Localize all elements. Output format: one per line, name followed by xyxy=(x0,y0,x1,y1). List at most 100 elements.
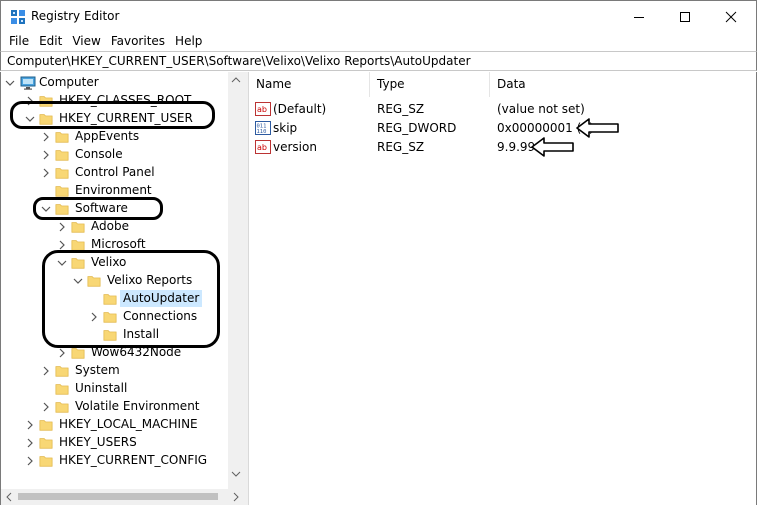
tree-item[interactable]: Connections xyxy=(1,308,229,326)
values-list: Name Type Data ab (Default) REG_SZ (valu… xyxy=(249,72,757,505)
maximize-button[interactable] xyxy=(662,1,708,32)
value-row-skip[interactable]: 011 110 skip REG_DWORD 0x00000001 (0) xyxy=(249,119,757,138)
minimize-button[interactable] xyxy=(616,1,662,32)
tree-item-label: Uninstall xyxy=(75,381,128,395)
menu-view[interactable]: View xyxy=(67,31,105,51)
tree-pane: Computer HKEY_CLASSES_ROOT HKEY_CURRENT_US… xyxy=(0,72,244,505)
folder-icon xyxy=(39,420,53,431)
folder-icon xyxy=(55,402,69,413)
tree-item[interactable]: Software xyxy=(1,200,229,218)
folder-icon xyxy=(39,96,53,107)
tree-item[interactable]: HKEY_LOCAL_MACHINE xyxy=(1,416,229,434)
chevron-down-icon[interactable] xyxy=(41,204,51,214)
tree-item[interactable]: Console xyxy=(1,146,229,164)
folder-icon xyxy=(87,276,101,287)
scroll-left-icon[interactable] xyxy=(1,489,17,505)
tree-item[interactable]: HKEY_CURRENT_CONFIG xyxy=(1,452,229,470)
tree-item[interactable]: Install xyxy=(1,326,229,344)
tree-item[interactable]: Volatile Environment xyxy=(1,398,229,416)
value-row-default[interactable]: ab (Default) REG_SZ (value not set) xyxy=(249,100,757,119)
tree-item-label: HKEY_CURRENT_CONFIG xyxy=(59,453,208,467)
value-name: (Default) xyxy=(273,102,327,116)
value-type: REG_SZ xyxy=(377,140,425,154)
column-header-data[interactable]: Data xyxy=(490,72,750,97)
tree-item-label: Control Panel xyxy=(75,165,155,179)
chevron-right-icon[interactable] xyxy=(89,312,99,322)
tree-item[interactable]: HKEY_CLASSES_ROOT xyxy=(1,92,229,110)
tree-item-label: Console xyxy=(75,147,123,161)
folder-icon xyxy=(55,168,69,179)
folder-icon xyxy=(39,456,53,467)
chevron-right-icon[interactable] xyxy=(41,168,51,178)
chevron-right-icon[interactable] xyxy=(57,348,67,358)
string-value-icon: ab xyxy=(255,140,271,154)
tree-item-label: Velixo xyxy=(91,255,127,269)
chevron-right-icon[interactable] xyxy=(41,132,51,142)
maximize-icon xyxy=(680,11,690,22)
tree-item[interactable]: Adobe xyxy=(1,218,229,236)
tree-item[interactable]: Computer xyxy=(1,74,229,92)
menu-edit[interactable]: Edit xyxy=(34,31,67,51)
menu-bar: File Edit View Favorites Help xyxy=(0,31,757,51)
tree-item-label: Environment xyxy=(75,183,152,197)
menu-file[interactable]: File xyxy=(4,31,34,51)
tree-item[interactable]: Microsoft xyxy=(1,236,229,254)
scroll-thumb[interactable] xyxy=(18,493,218,500)
column-header-name[interactable]: Name xyxy=(249,72,370,97)
chevron-down-icon[interactable] xyxy=(25,114,35,124)
value-name: version xyxy=(273,140,317,154)
scroll-up-icon[interactable] xyxy=(228,72,244,88)
minimize-icon xyxy=(634,16,644,18)
chevron-down-icon[interactable] xyxy=(5,78,15,88)
tree-item[interactable]: Velixo xyxy=(1,254,229,272)
tree-item-label: Install xyxy=(123,327,160,341)
svg-text:ab: ab xyxy=(257,105,267,114)
chevron-right-icon[interactable] xyxy=(41,402,51,412)
tree-item-label: HKEY_USERS xyxy=(59,435,137,449)
address-bar[interactable]: Computer\HKEY_CURRENT_USER\Software\Veli… xyxy=(0,51,757,71)
folder-icon xyxy=(103,312,117,323)
chevron-right-icon[interactable] xyxy=(25,420,35,430)
chevron-right-icon[interactable] xyxy=(41,150,51,160)
tree-item-label: HKEY_LOCAL_MACHINE xyxy=(59,417,198,431)
chevron-right-icon[interactable] xyxy=(25,96,35,106)
folder-icon xyxy=(71,348,85,359)
tree-item[interactable]: Control Panel xyxy=(1,164,229,182)
close-button[interactable] xyxy=(708,1,754,32)
chevron-right-icon[interactable] xyxy=(57,222,67,232)
chevron-down-icon[interactable] xyxy=(73,276,83,286)
folder-icon xyxy=(55,132,69,143)
chevron-right-icon[interactable] xyxy=(57,240,67,250)
tree-item[interactable]: AppEvents xyxy=(1,128,229,146)
tree-item[interactable]: Environment xyxy=(1,182,229,200)
column-header-type[interactable]: Type xyxy=(370,72,490,97)
chevron-right-icon[interactable] xyxy=(25,456,35,466)
folder-icon xyxy=(55,186,69,197)
chevron-right-icon[interactable] xyxy=(25,438,35,448)
tree-item[interactable]: HKEY_USERS xyxy=(1,434,229,452)
tree-item[interactable]: Velixo Reports xyxy=(1,272,229,290)
chevron-down-icon[interactable] xyxy=(57,258,67,268)
folder-icon xyxy=(71,222,85,233)
tree-item[interactable]: Uninstall xyxy=(1,380,229,398)
value-name: skip xyxy=(273,121,298,135)
tree-vertical-scrollbar[interactable] xyxy=(228,72,244,490)
tree-item[interactable]: System xyxy=(1,362,229,380)
tree-item-label: AppEvents xyxy=(75,129,140,143)
menu-help[interactable]: Help xyxy=(170,31,207,51)
menu-favorites[interactable]: Favorites xyxy=(106,31,170,51)
tree-item-label: Software xyxy=(75,201,128,215)
registry-editor-icon xyxy=(11,10,25,24)
value-row-version[interactable]: ab version REG_SZ 9.9.99 xyxy=(249,138,757,157)
scroll-right-icon[interactable] xyxy=(228,489,244,505)
folder-icon xyxy=(55,204,69,215)
chevron-right-icon[interactable] xyxy=(41,366,51,376)
folder-icon xyxy=(103,294,117,305)
tree-item[interactable]: Wow6432Node xyxy=(1,344,229,362)
tree-item-label: HKEY_CURRENT_USER xyxy=(59,111,193,125)
tree-item[interactable]: HKEY_CURRENT_USER xyxy=(1,110,229,128)
scroll-down-icon[interactable] xyxy=(228,466,244,482)
tree-item-label: HKEY_CLASSES_ROOT xyxy=(59,93,192,107)
tree-item[interactable]: AutoUpdater xyxy=(1,290,229,308)
tree-horizontal-scrollbar[interactable] xyxy=(1,489,244,505)
